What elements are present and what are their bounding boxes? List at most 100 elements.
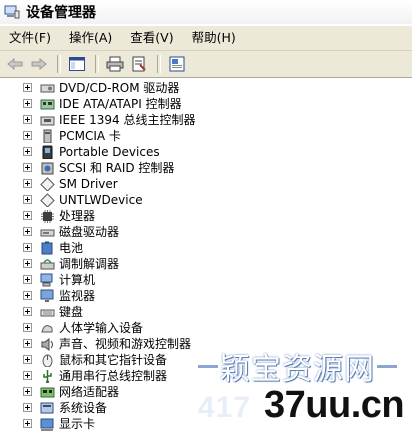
help-icon [169, 56, 185, 72]
expand-plus-icon[interactable] [23, 131, 32, 140]
show-hide-tree-icon [69, 57, 85, 71]
properties-button[interactable] [128, 54, 150, 74]
ide-controller-icon [40, 99, 55, 110]
device-category-row[interactable]: 监视器 [0, 288, 412, 304]
menu-view[interactable]: 查看(V) [121, 28, 182, 48]
device-category-row[interactable]: DVD/CD-ROM 驱动器 [0, 80, 412, 96]
device-category-label: IDE ATA/ATAPI 控制器 [59, 97, 182, 111]
watermark-number: 417 [198, 391, 252, 424]
device-category-row[interactable]: UNTLWDevice [0, 192, 412, 208]
expand-plus-icon[interactable] [23, 163, 32, 172]
usb-icon [43, 370, 52, 383]
display-adapter-icon [40, 418, 54, 431]
device-category-row[interactable]: 键盘 [0, 304, 412, 320]
device-category-row[interactable]: 调制解调器 [0, 256, 412, 272]
show-hide-tree-button[interactable] [66, 54, 88, 74]
device-category-row[interactable]: 计算机 [0, 272, 412, 288]
device-category-label: IEEE 1394 总线主控制器 [59, 113, 196, 127]
battery-icon [41, 241, 53, 255]
dvd-drive-icon [40, 84, 55, 93]
device-category-label: 人体学输入设备 [59, 321, 144, 335]
expand-plus-icon[interactable] [23, 419, 32, 428]
device-category-label: 监视器 [59, 289, 96, 303]
sound-icon [41, 338, 53, 351]
device-category-row[interactable]: SCSI 和 RAID 控制器 [0, 160, 412, 176]
expand-plus-icon[interactable] [23, 355, 32, 364]
expand-plus-icon[interactable] [23, 387, 32, 396]
expand-plus-icon[interactable] [23, 115, 32, 124]
device-category-row[interactable]: 电池 [0, 240, 412, 256]
device-category-label: 显示卡 [59, 417, 96, 431]
toolbar-separator [95, 55, 99, 73]
menu-action[interactable]: 操作(A) [60, 28, 121, 48]
hid-icon [41, 325, 53, 333]
expand-plus-icon[interactable] [23, 211, 32, 220]
print-button[interactable] [104, 54, 126, 74]
pcmcia-icon [43, 129, 52, 143]
expand-plus-icon[interactable] [23, 147, 32, 156]
device-category-row[interactable]: 处理器 [0, 208, 412, 224]
device-category-label: 键盘 [59, 305, 84, 319]
device-category-label: SM Driver [59, 177, 118, 191]
expand-plus-icon[interactable] [23, 227, 32, 236]
device-category-label: 调制解调器 [59, 257, 120, 271]
help-button[interactable] [166, 54, 188, 74]
expand-plus-icon[interactable] [23, 195, 32, 204]
expand-plus-icon[interactable] [23, 179, 32, 188]
device-category-row[interactable]: SM Driver [0, 176, 412, 192]
computer-icon [40, 273, 53, 287]
device-category-label: SCSI 和 RAID 控制器 [59, 161, 175, 175]
toolbar-separator [57, 55, 61, 73]
device-category-label: PCMCIA 卡 [59, 129, 121, 143]
expand-plus-icon[interactable] [23, 275, 32, 284]
expand-plus-icon[interactable] [23, 323, 32, 332]
expand-plus-icon[interactable] [23, 403, 32, 412]
device-category-row[interactable]: IDE ATA/ATAPI 控制器 [0, 96, 412, 112]
menu-file[interactable]: 文件(F) [0, 28, 60, 48]
toolbar-separator [157, 55, 161, 73]
device-category-label: UNTLWDevice [59, 193, 143, 207]
device-category-row[interactable]: 人体学输入设备 [0, 320, 412, 336]
device-category-label: 计算机 [59, 273, 96, 287]
title-bar: 设备管理器 [0, 0, 412, 24]
expand-plus-icon[interactable] [23, 83, 32, 92]
device-manager-icon [4, 5, 20, 19]
modem-icon [40, 259, 55, 270]
device-category-label: 处理器 [59, 209, 96, 223]
expand-plus-icon[interactable] [23, 99, 32, 108]
expand-plus-icon[interactable] [23, 339, 32, 348]
keyboard-icon [40, 309, 55, 317]
menu-help[interactable]: 帮助(H) [183, 28, 245, 48]
device-category-label: 通用串行总线控制器 [59, 369, 168, 383]
monitor-icon [40, 289, 54, 302]
portable-device-icon [42, 145, 53, 159]
expand-plus-icon[interactable] [23, 291, 32, 300]
expand-plus-icon[interactable] [23, 259, 32, 268]
expand-plus-icon[interactable] [23, 371, 32, 380]
window-title: 设备管理器 [26, 5, 96, 21]
device-category-label: 声音、视频和游戏控制器 [59, 337, 192, 351]
device-category-row[interactable]: 磁盘驱动器 [0, 224, 412, 240]
device-category-label: 电池 [59, 241, 84, 255]
menu-bar: 文件(F) 操作(A) 查看(V) 帮助(H) [0, 26, 412, 51]
disk-drive-icon [40, 229, 55, 237]
forward-button[interactable] [28, 54, 50, 74]
watermark-site-name: 颖宝资源网 [220, 352, 375, 387]
scsi-icon [41, 162, 54, 175]
watermark-domain: 37uu.cn [264, 384, 405, 426]
toolbar [0, 51, 412, 78]
ieee1394-icon [40, 116, 55, 126]
device-category-label: 鼠标和其它指针设备 [59, 353, 168, 367]
forward-arrow-icon [31, 58, 47, 70]
expand-plus-icon[interactable] [23, 243, 32, 252]
unknown-device-icon [40, 193, 55, 207]
device-category-label: 系统设备 [59, 401, 108, 415]
back-button[interactable] [4, 54, 26, 74]
device-category-row[interactable]: Portable Devices [0, 144, 412, 160]
properties-icon [132, 56, 146, 72]
mouse-icon [42, 354, 53, 367]
device-category-row[interactable]: PCMCIA 卡 [0, 128, 412, 144]
device-category-row[interactable]: IEEE 1394 总线主控制器 [0, 112, 412, 128]
expand-plus-icon[interactable] [23, 307, 32, 316]
device-category-label: Portable Devices [59, 145, 160, 159]
